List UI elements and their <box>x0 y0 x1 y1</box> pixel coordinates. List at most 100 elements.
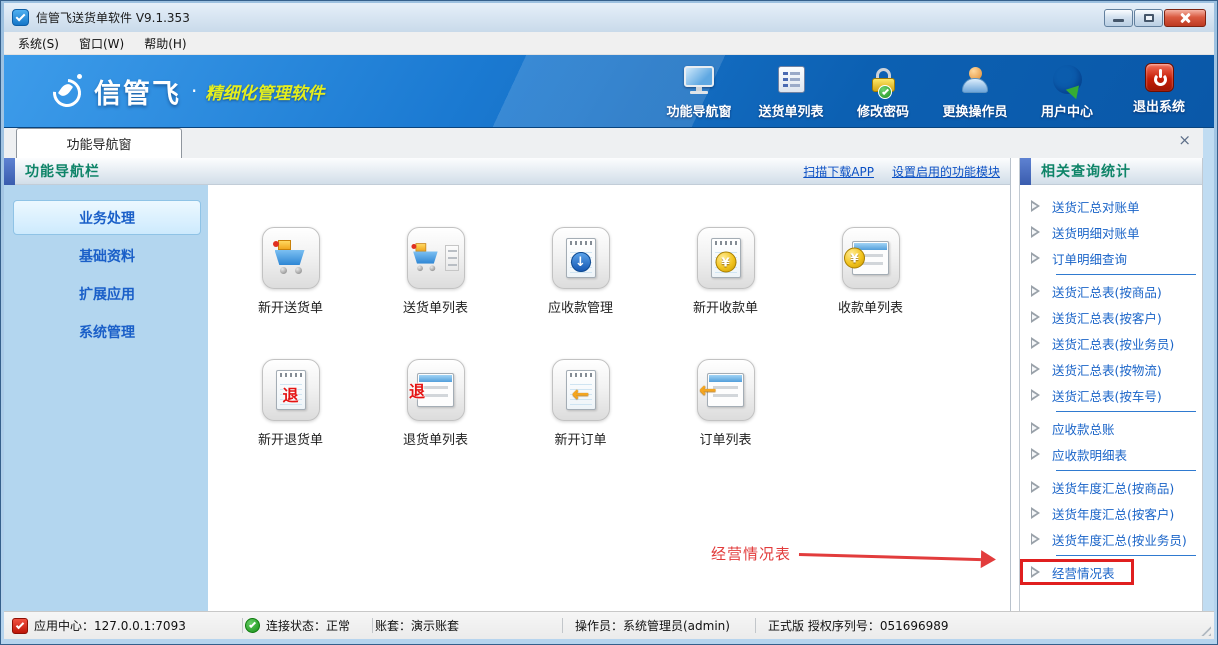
status-connection: 连接状态：正常 <box>266 617 350 634</box>
new-delivery-cart-icon <box>262 227 320 289</box>
query-item-label: 应收款明细表 <box>1052 445 1127 464</box>
switch-operator-button[interactable]: 更换操作员 <box>934 63 1016 120</box>
password-lock-icon <box>872 63 895 97</box>
coin-badge-icon: ¥ <box>844 248 865 269</box>
menu-window[interactable]: 窗口(W) <box>69 32 134 55</box>
delivery-list-button[interactable]: 送货单列表 <box>750 63 832 120</box>
enabled-modules-link[interactable]: 设置启用的功能模块 <box>892 163 1000 180</box>
status-divider <box>755 618 756 633</box>
triangle-icon <box>1031 363 1040 375</box>
query-divider <box>1056 411 1196 412</box>
brand-name: 信管飞 <box>94 72 181 111</box>
query-item-label: 送货汇总表(按业务员) <box>1052 334 1174 353</box>
maximize-button[interactable] <box>1134 9 1163 27</box>
change-password-button[interactable]: 修改密码 <box>842 63 924 120</box>
triangle-icon <box>1031 285 1040 297</box>
tab-close-icon[interactable]: × <box>1178 133 1191 148</box>
query-list-item[interactable]: 送货汇总表(按物流) <box>1020 356 1202 382</box>
status-divider <box>242 618 243 633</box>
triangle-icon <box>1031 337 1040 349</box>
exit-system-button[interactable]: 退出系统 <box>1118 63 1200 120</box>
scan-download-app-link[interactable]: 扫描下载APP <box>803 163 874 180</box>
nav-window-button[interactable]: 功能导航窗 <box>658 63 740 120</box>
window-title: 信管飞送货单软件 V9.1.353 <box>36 9 190 26</box>
title-bar: 信管飞送货单软件 V9.1.353 <box>4 3 1214 32</box>
grid-item[interactable]: ←新开订单 <box>508 359 653 491</box>
grid-item[interactable]: 退新开退货单 <box>218 359 363 491</box>
sidebar-item-business[interactable]: 业务处理 <box>13 200 201 235</box>
query-item-label: 送货明细对账单 <box>1052 223 1140 242</box>
triangle-icon <box>1031 566 1040 578</box>
grid-item[interactable]: 新开送货单 <box>218 227 363 359</box>
query-list-item[interactable]: 送货汇总表(按客户) <box>1020 304 1202 330</box>
query-list-item[interactable]: 送货年度汇总(按客户) <box>1020 500 1202 526</box>
grid-item[interactable]: 送货单列表 <box>363 227 508 359</box>
grid-item[interactable]: 退退货单列表 <box>363 359 508 491</box>
grid-item[interactable]: ↓应收款管理 <box>508 227 653 359</box>
grid-item-label: 新开送货单 <box>258 297 323 316</box>
query-list-item[interactable]: 送货汇总表(按车号) <box>1020 382 1202 408</box>
grid-item-label: 送货单列表 <box>403 297 468 316</box>
query-list-item[interactable]: 经营情况表 <box>1020 559 1134 585</box>
query-panel: 相关查询统计 送货汇总对账单送货明细对账单订单明细查询送货汇总表(按商品)送货汇… <box>1019 158 1203 611</box>
query-item-label: 订单明细查询 <box>1052 249 1127 268</box>
status-account: 账套：演示账套 <box>375 617 560 634</box>
query-list-item[interactable]: 订单明细查询 <box>1020 245 1202 271</box>
query-item-label: 送货年度汇总(按业务员) <box>1052 530 1187 549</box>
grid-row-2: 退新开退货单退退货单列表←新开订单←订单列表 <box>218 359 1010 491</box>
query-list-item[interactable]: 应收款明细表 <box>1020 441 1202 467</box>
nav-panel-header: 功能导航栏 扫描下载APP 设置启用的功能模块 <box>4 158 1010 185</box>
menu-help[interactable]: 帮助(H) <box>134 32 196 55</box>
return-list-window-icon: 退 <box>407 359 465 421</box>
triangle-icon <box>1031 448 1040 460</box>
minimize-button[interactable] <box>1104 9 1133 27</box>
query-panel-header: 相关查询统计 <box>1020 158 1202 185</box>
triangle-icon <box>1031 226 1040 238</box>
query-list-item[interactable]: 送货年度汇总(按业务员) <box>1020 526 1202 552</box>
tab-nav-window[interactable]: 功能导航窗 <box>16 128 182 158</box>
brand-separator: · <box>191 79 197 103</box>
grid-item[interactable]: ←订单列表 <box>653 359 798 491</box>
query-list-item[interactable]: 送货汇总表(按业务员) <box>1020 330 1202 356</box>
new-receipt-notepad-icon: ¥ <box>697 227 755 289</box>
app-logo-icon <box>12 9 29 26</box>
query-divider <box>1056 274 1196 275</box>
triangle-icon <box>1031 533 1040 545</box>
left-badge-icon: ← <box>572 382 590 406</box>
grid-item-label: 新开退货单 <box>258 429 323 448</box>
left-badge-icon: ← <box>699 378 717 402</box>
query-item-label: 送货汇总表(按商品) <box>1052 282 1162 301</box>
status-divider <box>562 618 563 633</box>
nav-panel: 功能导航栏 扫描下载APP 设置启用的功能模块 业务处理 基础资料 扩展应用 系… <box>4 158 1011 611</box>
grid-item[interactable]: ¥新开收款单 <box>653 227 798 359</box>
delivery-list-icon <box>778 66 805 93</box>
status-app-center: 应用中心：127.0.0.1:7093 <box>34 617 186 634</box>
query-list-item[interactable]: 送货年度汇总(按商品) <box>1020 474 1202 500</box>
query-divider <box>1056 470 1196 471</box>
triangle-icon <box>1031 200 1040 212</box>
query-list-item[interactable]: 送货汇总表(按商品) <box>1020 278 1202 304</box>
query-item-label: 送货汇总表(按车号) <box>1052 386 1162 405</box>
nav-panel-title: 功能导航栏 <box>25 161 100 181</box>
query-item-label: 送货汇总表(按物流) <box>1052 360 1162 379</box>
query-list: 送货汇总对账单送货明细对账单订单明细查询送货汇总表(按商品) 送货汇总表(按客户)… <box>1020 185 1202 585</box>
status-operator: 操作员：系统管理员(admin) <box>565 617 753 634</box>
query-item-label: 应收款总账 <box>1052 419 1115 438</box>
menu-system[interactable]: 系统(S) <box>8 32 69 55</box>
query-item-label: 送货年度汇总(按客户) <box>1052 504 1174 523</box>
sidebar-item-extensions[interactable]: 扩展应用 <box>13 276 201 311</box>
sidebar-item-system[interactable]: 系统管理 <box>13 314 201 349</box>
query-list-item[interactable]: 送货明细对账单 <box>1020 219 1202 245</box>
query-list-item[interactable]: 应收款总账 <box>1020 415 1202 441</box>
user-center-button[interactable]: 用户中心 <box>1026 63 1108 120</box>
triangle-icon <box>1031 252 1040 264</box>
close-button[interactable] <box>1164 9 1206 27</box>
triangle-icon <box>1031 422 1040 434</box>
query-list-item[interactable]: 送货汇总对账单 <box>1020 193 1202 219</box>
sidebar-item-basic-data[interactable]: 基础资料 <box>13 238 201 273</box>
close-icon <box>1179 12 1191 24</box>
receivables-notepad-icon: ↓ <box>552 227 610 289</box>
grid-item[interactable]: ¥收款单列表 <box>798 227 943 359</box>
query-panel-title: 相关查询统计 <box>1041 161 1131 181</box>
coin-badge-icon: ¥ <box>715 252 736 273</box>
